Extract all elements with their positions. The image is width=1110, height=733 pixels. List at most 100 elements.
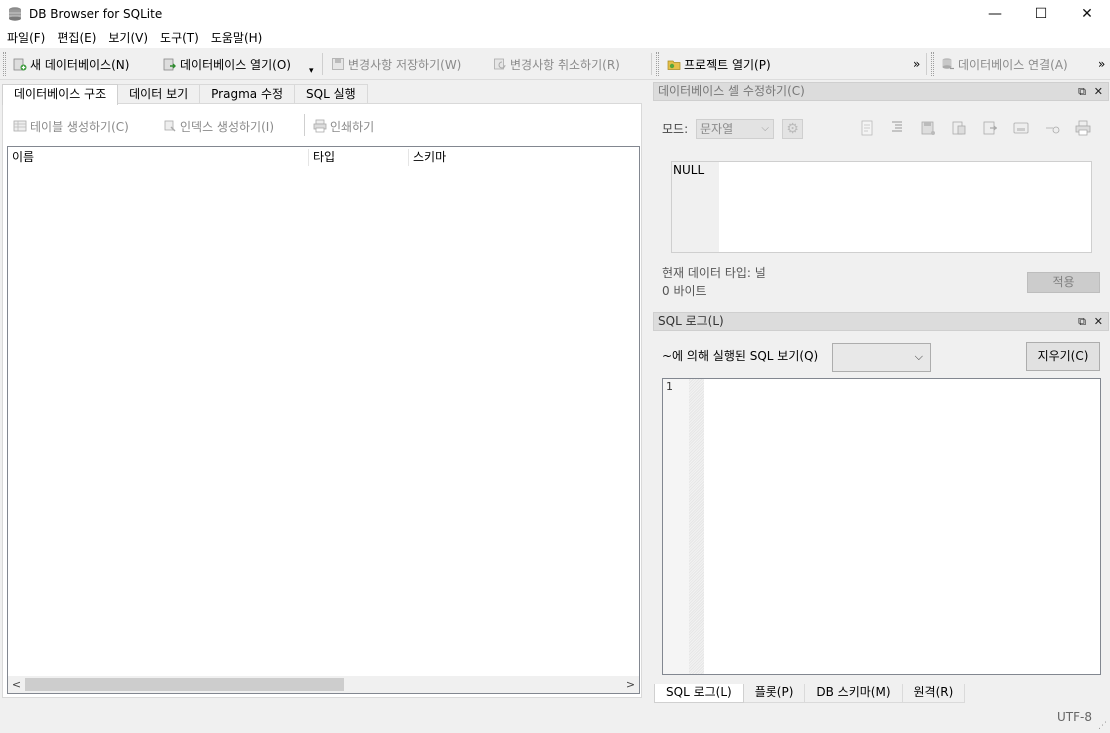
menu-bar: 파일(F) 편집(E) 보기(V) 도구(T) 도움말(H) bbox=[0, 28, 1110, 48]
database-structure-panel: 테이블 생성하기(C) 인덱스 생성하기(I) 인쇄하기 이름 타입 스키마 <… bbox=[2, 103, 642, 698]
horizontal-scrollbar[interactable]: < > bbox=[8, 676, 639, 693]
revert-changes-button[interactable]: 변경사항 취소하기(R) bbox=[493, 53, 620, 75]
open-database-icon bbox=[163, 57, 177, 71]
create-table-icon bbox=[13, 119, 27, 133]
open-database-label: 데이터베이스 열기(O) bbox=[180, 57, 291, 72]
tab-database-structure[interactable]: 데이터베이스 구조 bbox=[2, 84, 119, 105]
tab-browse-data[interactable]: 데이터 보기 bbox=[117, 84, 201, 104]
scrollbar-thumb[interactable] bbox=[25, 678, 344, 691]
sql-log-source-select[interactable]: ⌵ bbox=[832, 343, 931, 372]
new-database-icon bbox=[13, 57, 27, 71]
current-data-type: 현재 데이터 타입: 널 bbox=[662, 266, 766, 280]
scroll-right-arrow[interactable]: > bbox=[622, 676, 639, 693]
toolbar-overflow-2[interactable]: » bbox=[1098, 53, 1105, 75]
open-project-icon bbox=[667, 57, 681, 71]
new-database-label: 새 데이터베이스(N) bbox=[30, 57, 130, 72]
cell-value-editor[interactable]: NULL bbox=[671, 161, 1092, 253]
auto-format-gear-icon[interactable]: ⚙ bbox=[782, 119, 803, 139]
dock-tabs: SQL 로그(L) 플롯(P) DB 스키마(M) 원격(R) bbox=[654, 684, 966, 704]
close-dock-icon[interactable]: ✕ bbox=[1094, 313, 1103, 330]
close-dock-icon[interactable]: ✕ bbox=[1094, 83, 1103, 100]
open-database-button[interactable]: 데이터베이스 열기(O) bbox=[163, 53, 291, 75]
sql-log-title: SQL 로그(L) bbox=[658, 314, 724, 328]
minimize-button[interactable]: — bbox=[972, 0, 1018, 28]
clear-icon[interactable] bbox=[1043, 120, 1061, 138]
main-tabs: 데이터베이스 구조 데이터 보기 Pragma 수정 SQL 실행 bbox=[2, 84, 368, 105]
sql-log-editor[interactable]: 1 bbox=[662, 378, 1101, 675]
main-toolbar: 새 데이터베이스(N) 데이터베이스 열기(O) ▾ 변경사항 저장하기(W) … bbox=[0, 48, 1110, 80]
schema-tree[interactable]: 이름 타입 스키마 < > bbox=[7, 146, 640, 694]
open-project-button[interactable]: 프로젝트 열기(P) bbox=[667, 53, 771, 75]
tab-remote[interactable]: 원격(R) bbox=[902, 684, 966, 703]
cell-type-info: 현재 데이터 타입: 널 0 바이트 bbox=[662, 264, 766, 300]
scroll-left-arrow[interactable]: < bbox=[8, 676, 25, 693]
create-index-button[interactable]: 인덱스 생성하기(I) bbox=[163, 116, 274, 136]
attach-database-button[interactable]: 데이터베이스 연결(A) bbox=[941, 53, 1068, 75]
undock-icon[interactable]: ⧉ bbox=[1078, 313, 1086, 330]
chevron-down-icon: ⌵ bbox=[761, 123, 769, 134]
create-table-label: 테이블 생성하기(C) bbox=[30, 119, 129, 134]
create-index-icon bbox=[163, 119, 177, 133]
toolbar-overflow-1[interactable]: » bbox=[913, 53, 920, 75]
apply-button[interactable]: 적용 bbox=[1027, 272, 1100, 293]
chevron-down-icon: ⌵ bbox=[914, 350, 923, 363]
schema-tree-header: 이름 타입 스키마 bbox=[8, 147, 639, 167]
import-icon[interactable] bbox=[950, 120, 968, 138]
attach-database-label: 데이터베이스 연결(A) bbox=[958, 57, 1068, 72]
open-database-dropdown[interactable]: ▾ bbox=[309, 60, 314, 82]
save-icon[interactable] bbox=[919, 120, 937, 138]
set-null-icon[interactable] bbox=[1012, 120, 1030, 138]
toolbar-grip-3[interactable] bbox=[931, 52, 934, 76]
maximize-button[interactable]: ☐ bbox=[1018, 0, 1064, 28]
write-changes-button[interactable]: 변경사항 저장하기(W) bbox=[331, 53, 461, 75]
toolbar-grip[interactable] bbox=[3, 52, 6, 76]
resize-grip-icon[interactable]: ⋰ bbox=[1098, 721, 1108, 731]
attach-database-icon bbox=[941, 57, 955, 71]
sql-log-dock-title: SQL 로그(L) ⧉ ✕ bbox=[653, 312, 1109, 331]
indent-icon[interactable] bbox=[888, 120, 906, 138]
word-wrap-icon[interactable] bbox=[858, 120, 876, 138]
undock-icon[interactable]: ⧉ bbox=[1078, 83, 1086, 100]
sql-log-source-label: ~에 의해 실행된 SQL 보기(Q) bbox=[662, 349, 819, 363]
tab-db-schema[interactable]: DB 스키마(M) bbox=[805, 684, 903, 703]
menu-help[interactable]: 도움말(H) bbox=[206, 29, 270, 47]
create-index-label: 인덱스 생성하기(I) bbox=[180, 119, 274, 134]
toolbar-grip-2[interactable] bbox=[656, 52, 659, 76]
encoding-status: UTF-8 bbox=[1057, 710, 1092, 724]
database-app-icon bbox=[7, 6, 23, 22]
tab-edit-pragmas[interactable]: Pragma 수정 bbox=[199, 84, 296, 104]
clear-log-button[interactable]: 지우기(C) bbox=[1026, 342, 1100, 371]
edit-cell-dock-title: 데이터베이스 셀 수정하기(C) ⧉ ✕ bbox=[653, 82, 1109, 101]
print-cell-icon[interactable] bbox=[1074, 120, 1092, 138]
create-table-button[interactable]: 테이블 생성하기(C) bbox=[13, 116, 129, 136]
line-number: 1 bbox=[666, 380, 673, 393]
column-header-name[interactable]: 이름 bbox=[8, 147, 34, 167]
edit-cell-title: 데이터베이스 셀 수정하기(C) bbox=[658, 84, 805, 98]
column-header-type[interactable]: 타입 bbox=[309, 147, 335, 167]
log-editor-line-number-margin bbox=[663, 379, 689, 674]
revert-changes-icon bbox=[493, 57, 507, 71]
close-button[interactable]: ✕ bbox=[1064, 0, 1110, 28]
menu-tools[interactable]: 도구(T) bbox=[155, 29, 206, 47]
print-label: 인쇄하기 bbox=[330, 119, 375, 134]
new-database-button[interactable]: 새 데이터베이스(N) bbox=[13, 53, 129, 75]
menu-file[interactable]: 파일(F) bbox=[2, 29, 52, 47]
open-project-label: 프로젝트 열기(P) bbox=[684, 57, 771, 72]
print-button[interactable]: 인쇄하기 bbox=[313, 116, 374, 136]
menu-view[interactable]: 보기(V) bbox=[103, 29, 155, 47]
export-icon[interactable] bbox=[981, 120, 999, 138]
data-size: 0 바이트 bbox=[662, 284, 707, 298]
tab-sql-log[interactable]: SQL 로그(L) bbox=[654, 684, 744, 703]
menu-edit[interactable]: 편집(E) bbox=[52, 29, 103, 47]
mode-select-value: 문자열 bbox=[700, 122, 734, 136]
write-changes-icon bbox=[331, 57, 345, 71]
mode-select[interactable]: 문자열 ⌵ bbox=[696, 119, 774, 139]
title-bar: DB Browser for SQLite — ☐ ✕ bbox=[0, 0, 1110, 28]
mode-label: 모드: bbox=[662, 122, 689, 136]
cell-value-text: NULL bbox=[673, 163, 705, 177]
tab-execute-sql[interactable]: SQL 실행 bbox=[294, 84, 368, 104]
revert-changes-label: 변경사항 취소하기(R) bbox=[510, 57, 620, 72]
column-header-schema[interactable]: 스키마 bbox=[409, 147, 446, 167]
tab-plot[interactable]: 플롯(P) bbox=[743, 684, 806, 703]
printer-icon bbox=[313, 119, 327, 133]
